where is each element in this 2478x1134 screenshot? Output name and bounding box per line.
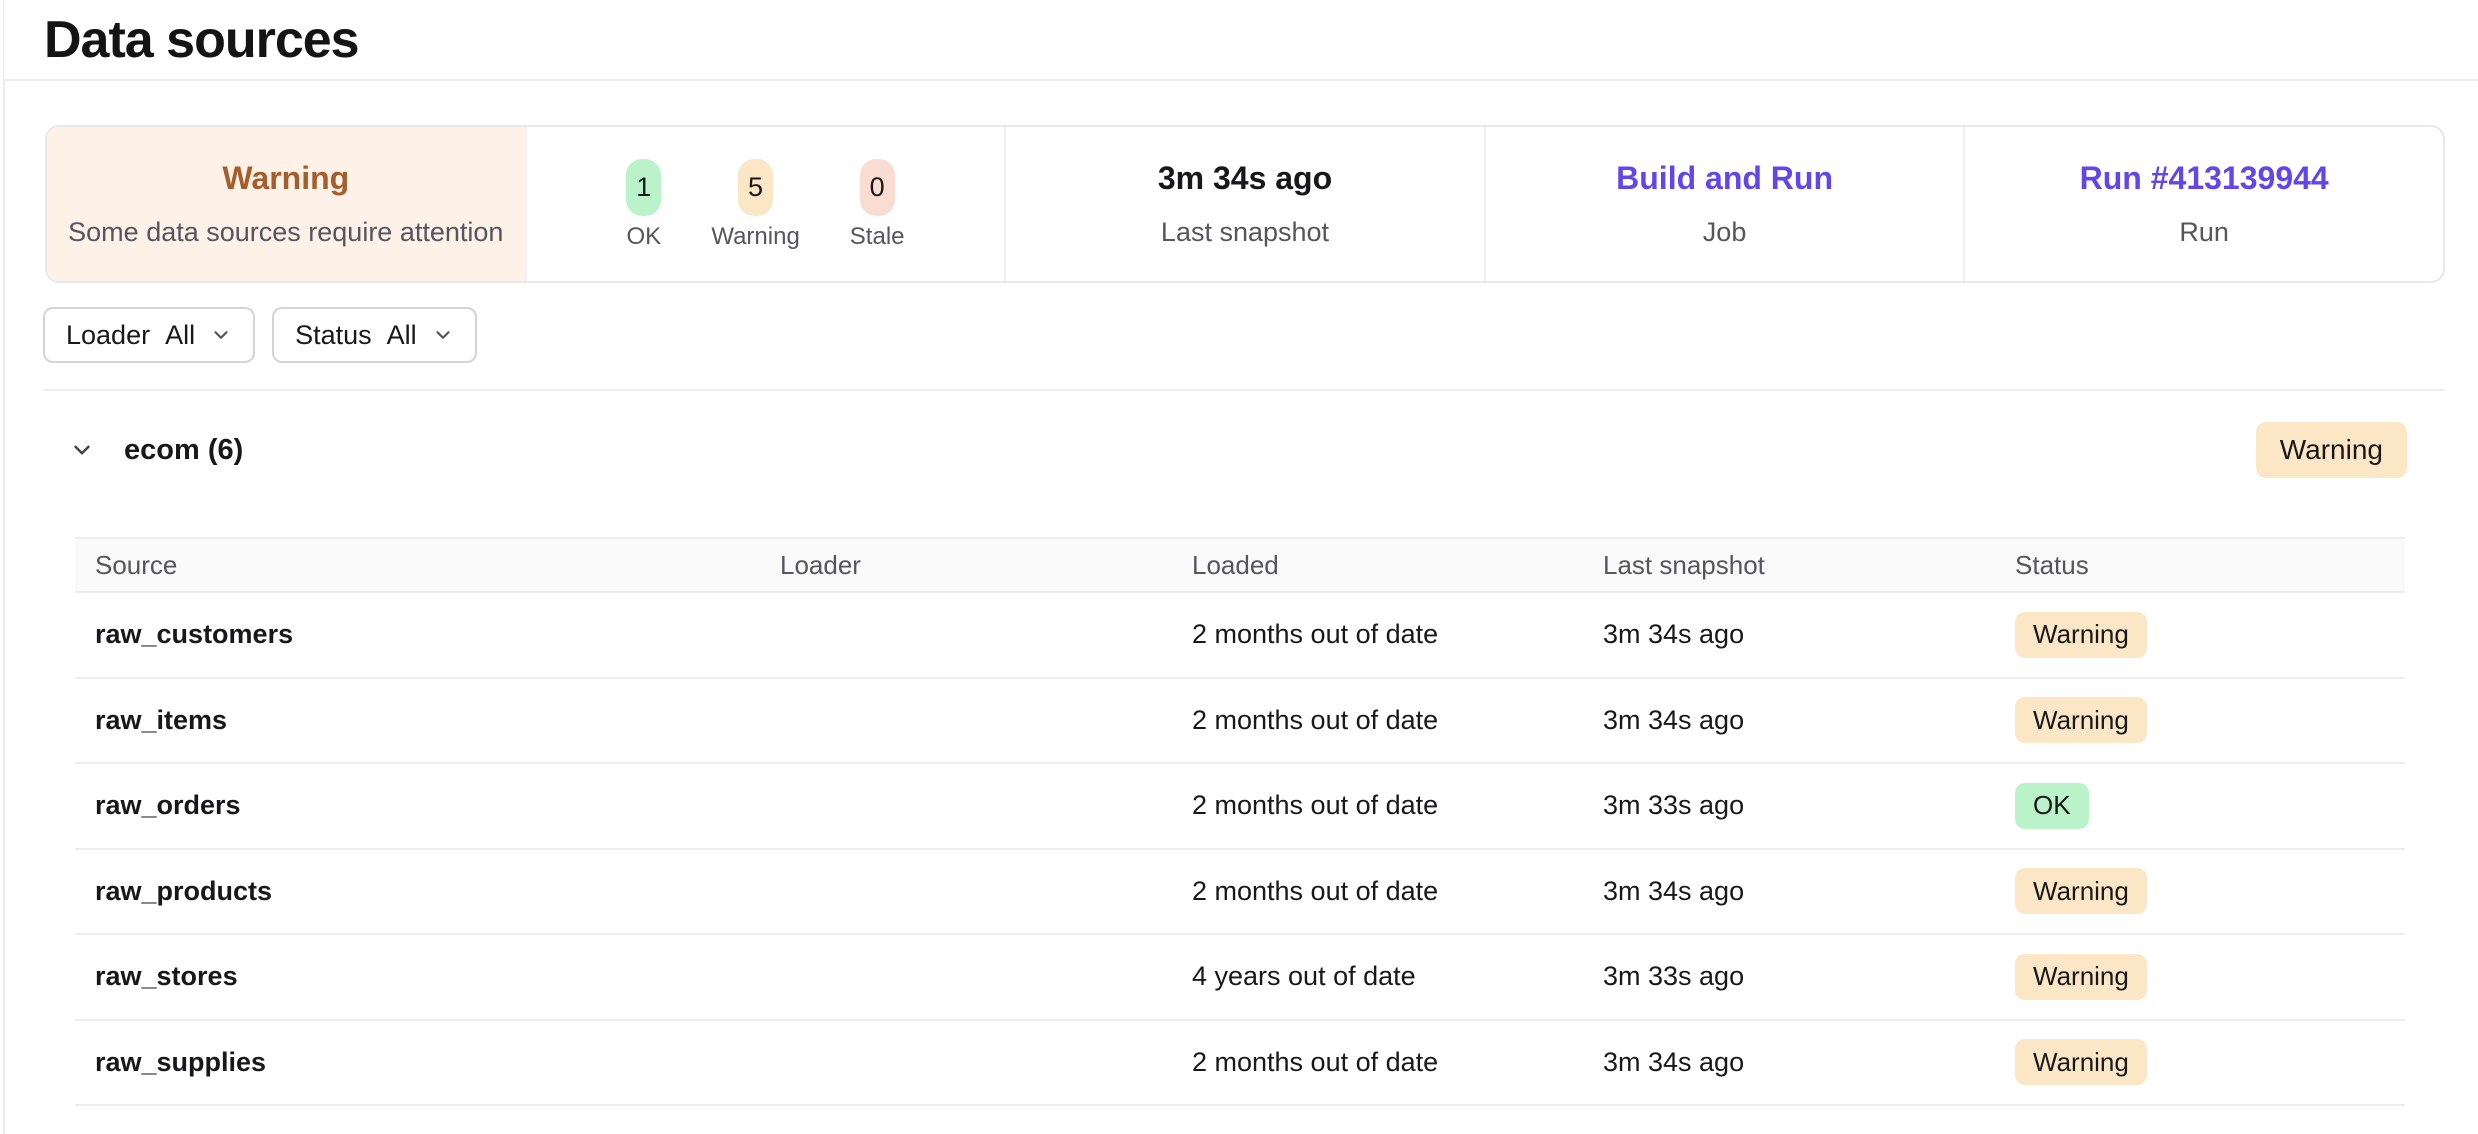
cell-loaded: 2 months out of date: [1192, 705, 1603, 736]
stat-stale: 0 Stale: [850, 159, 905, 249]
table-row[interactable]: raw_supplies 2 months out of date 3m 34s…: [75, 1021, 2405, 1107]
chevron-down-icon: [210, 324, 232, 346]
status-badge: Warning: [2015, 612, 2147, 658]
cell-loaded: 2 months out of date: [1192, 1047, 1603, 1078]
cell-source: raw_orders: [95, 790, 780, 821]
cell-loaded: 2 months out of date: [1192, 876, 1603, 907]
run-label: Run: [2179, 218, 2229, 248]
status-filter-button[interactable]: Status All: [272, 307, 477, 363]
cell-status: Warning: [2015, 697, 2405, 743]
table-body: raw_customers 2 months out of date 3m 34…: [75, 593, 2405, 1106]
loader-filter-label: Loader: [66, 320, 150, 351]
group-title: ecom (6): [124, 434, 243, 467]
table-row[interactable]: raw_items 2 months out of date 3m 34s ag…: [75, 679, 2405, 765]
column-header-status: Status: [2015, 550, 2405, 581]
cell-last-snapshot: 3m 34s ago: [1603, 876, 2015, 907]
group-status-badge: Warning: [2256, 422, 2407, 478]
last-snapshot-card: 3m 34s ago Last snapshot: [1006, 127, 1486, 281]
group-header-ecom[interactable]: ecom (6) Warning: [45, 422, 2445, 478]
cell-status: Warning: [2015, 612, 2405, 658]
status-badge: Warning: [2015, 1039, 2147, 1085]
overall-status-card: Warning Some data sources require attent…: [47, 127, 527, 281]
page-header: Data sources: [4, 0, 2478, 81]
cell-last-snapshot: 3m 33s ago: [1603, 961, 2015, 992]
job-label: Job: [1703, 218, 1747, 248]
loader-filter-button[interactable]: Loader All: [43, 307, 255, 363]
cell-last-snapshot: 3m 34s ago: [1603, 705, 2015, 736]
filter-bar: Loader All Status All: [43, 307, 477, 363]
cell-status: OK: [2015, 783, 2405, 829]
status-badge: Warning: [2015, 868, 2147, 914]
cell-loaded: 2 months out of date: [1192, 790, 1603, 821]
stat-stale-label: Stale: [850, 225, 905, 249]
stat-ok: 1 OK: [626, 159, 661, 249]
stat-warning: 5 Warning: [711, 159, 799, 249]
cell-status: Warning: [2015, 954, 2405, 1000]
stat-ok-count: 1: [626, 159, 661, 216]
status-badge: Warning: [2015, 697, 2147, 743]
column-header-loaded: Loaded: [1192, 550, 1603, 581]
last-snapshot-label: Last snapshot: [1161, 218, 1329, 248]
table-row[interactable]: raw_orders 2 months out of date 3m 33s a…: [75, 764, 2405, 850]
overall-status-subtitle: Some data sources require attention: [68, 218, 503, 248]
status-counts-card: 1 OK 5 Warning 0 Stale: [527, 127, 1007, 281]
stat-warning-label: Warning: [711, 225, 799, 249]
chevron-down-icon: [432, 324, 454, 346]
column-header-source: Source: [95, 550, 780, 581]
cell-source: raw_stores: [95, 961, 780, 992]
cell-status: Warning: [2015, 1039, 2405, 1085]
stat-ok-label: OK: [626, 225, 661, 249]
section-divider: [43, 389, 2445, 391]
table-header-row: Source Loader Loaded Last snapshot Statu…: [75, 537, 2405, 593]
chevron-down-icon[interactable]: [69, 437, 95, 463]
status-filter-label: Status: [295, 320, 372, 351]
status-badge: OK: [2015, 783, 2089, 829]
cell-last-snapshot: 3m 33s ago: [1603, 790, 2015, 821]
last-snapshot-value: 3m 34s ago: [1158, 161, 1332, 196]
stat-stale-count: 0: [860, 159, 895, 216]
run-card: Run #413139944 Run: [1965, 127, 2443, 281]
summary-card: Warning Some data sources require attent…: [45, 125, 2445, 283]
status-counts: 1 OK 5 Warning 0 Stale: [626, 159, 904, 249]
content-left-border: [3, 0, 5, 1134]
cell-source: raw_items: [95, 705, 780, 736]
column-header-loader: Loader: [780, 550, 1192, 581]
status-badge: Warning: [2015, 954, 2147, 1000]
cell-source: raw_supplies: [95, 1047, 780, 1078]
loader-filter-value: All: [165, 320, 195, 351]
status-filter-value: All: [387, 320, 417, 351]
job-card: Build and Run Job: [1486, 127, 1966, 281]
stat-warning-count: 5: [738, 159, 773, 216]
run-link[interactable]: Run #413139944: [2080, 161, 2329, 196]
job-link[interactable]: Build and Run: [1616, 161, 1833, 196]
cell-loaded: 4 years out of date: [1192, 961, 1603, 992]
page-title: Data sources: [44, 10, 359, 70]
cell-last-snapshot: 3m 34s ago: [1603, 1047, 2015, 1078]
overall-status-value: Warning: [222, 161, 349, 196]
cell-source: raw_products: [95, 876, 780, 907]
cell-status: Warning: [2015, 868, 2405, 914]
table-row[interactable]: raw_customers 2 months out of date 3m 34…: [75, 593, 2405, 679]
table-row[interactable]: raw_products 2 months out of date 3m 34s…: [75, 850, 2405, 936]
cell-loaded: 2 months out of date: [1192, 619, 1603, 650]
cell-source: raw_customers: [95, 619, 780, 650]
column-header-last-snapshot: Last snapshot: [1603, 550, 2015, 581]
cell-last-snapshot: 3m 34s ago: [1603, 619, 2015, 650]
table-row[interactable]: raw_stores 4 years out of date 3m 33s ag…: [75, 935, 2405, 1021]
data-sources-table: Source Loader Loaded Last snapshot Statu…: [75, 537, 2405, 1106]
